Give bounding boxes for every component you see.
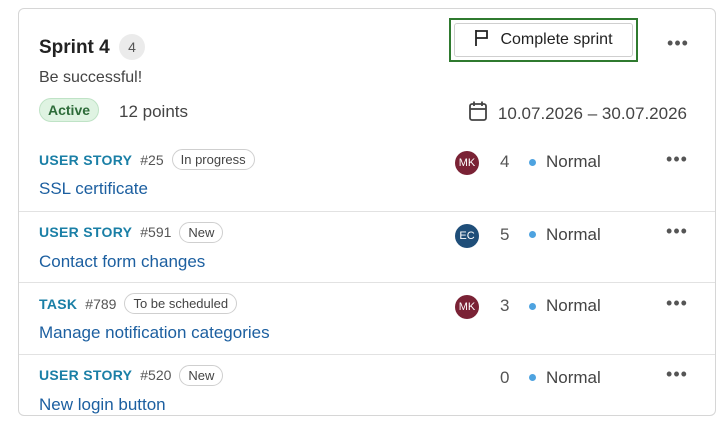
item-points: 3 (500, 296, 510, 315)
item-type: TASK (39, 295, 78, 312)
sprint-points: 12 points (119, 102, 188, 121)
complete-sprint-button[interactable]: Complete sprint (449, 18, 638, 62)
item-priority: Normal (529, 225, 601, 245)
sprint-header: Sprint 4 4 Be successful! Active 12 poin… (19, 9, 715, 139)
item-meta: USER STORY #25 In progress (39, 149, 255, 170)
avatar[interactable]: EC (455, 223, 479, 248)
list-item: TASK #789 To be scheduled Manage notific… (19, 282, 715, 354)
list-item: USER STORY #25 In progress SSL certifica… (19, 139, 715, 211)
priority-label: Normal (546, 296, 601, 315)
item-type: USER STORY (39, 224, 133, 240)
calendar-icon (468, 100, 488, 127)
avatar[interactable]: MK (455, 295, 479, 319)
item-status-badge: In progress (171, 149, 255, 170)
item-number: #591 (140, 224, 172, 240)
item-priority: Normal (529, 152, 601, 172)
item-count-badge: 4 (119, 34, 145, 60)
item-priority: Normal (529, 296, 601, 316)
list-item: USER STORY #520 New New login button 0 N… (19, 353, 715, 425)
priority-dot-icon (529, 374, 536, 381)
item-type: USER STORY (39, 151, 133, 168)
sprint-card: Sprint 4 4 Be successful! Active 12 poin… (18, 8, 716, 416)
item-title-link[interactable]: Contact form changes (39, 252, 205, 272)
priority-dot-icon (529, 302, 536, 310)
sprint-date-range: 10.07.2026 – 30.07.2026 (468, 100, 687, 127)
list-item: USER STORY #591 New Contact form changes… (19, 210, 715, 283)
item-more-options-icon[interactable]: ••• (663, 364, 691, 385)
item-title-link[interactable]: New login button (39, 395, 166, 415)
item-more-options-icon[interactable]: ••• (663, 293, 691, 313)
item-number: #789 (85, 295, 117, 312)
sprint-item-list: USER STORY #25 In progress SSL certifica… (19, 139, 715, 425)
date-range-text: 10.07.2026 – 30.07.2026 (497, 103, 687, 123)
sprint-title: Sprint 4 (39, 37, 110, 58)
complete-sprint-button-inner: Complete sprint (454, 23, 633, 57)
item-priority: Normal (529, 368, 601, 388)
status-badge: Active (39, 98, 100, 122)
item-status-badge: To be scheduled (124, 293, 238, 314)
item-more-options-icon[interactable]: ••• (663, 221, 691, 242)
item-status-badge: New (179, 364, 224, 386)
item-title-link[interactable]: SSL certificate (39, 179, 148, 199)
priority-dot-icon (529, 158, 536, 166)
priority-dot-icon (529, 231, 536, 238)
item-meta: USER STORY #520 New (39, 364, 224, 386)
item-meta: TASK #789 To be scheduled (39, 293, 238, 314)
item-points: 0 (500, 367, 510, 387)
item-points: 4 (500, 152, 510, 171)
item-meta: USER STORY #591 New (39, 221, 224, 243)
sprint-more-options-icon[interactable]: ••• (664, 33, 692, 53)
priority-label: Normal (546, 367, 601, 387)
complete-sprint-label: Complete sprint (500, 31, 613, 48)
avatar[interactable]: MK (455, 151, 479, 175)
flag-icon (474, 29, 490, 52)
item-points: 5 (500, 224, 510, 244)
item-title-link[interactable]: Manage notification categories (39, 323, 270, 343)
item-number: #520 (140, 367, 172, 383)
item-status-badge: New (179, 221, 224, 243)
priority-label: Normal (546, 224, 601, 244)
item-type: USER STORY (39, 367, 133, 383)
item-more-options-icon[interactable]: ••• (663, 149, 691, 169)
sprint-description: Be successful! (39, 69, 143, 86)
priority-label: Normal (546, 152, 601, 171)
item-number: #25 (140, 151, 164, 168)
